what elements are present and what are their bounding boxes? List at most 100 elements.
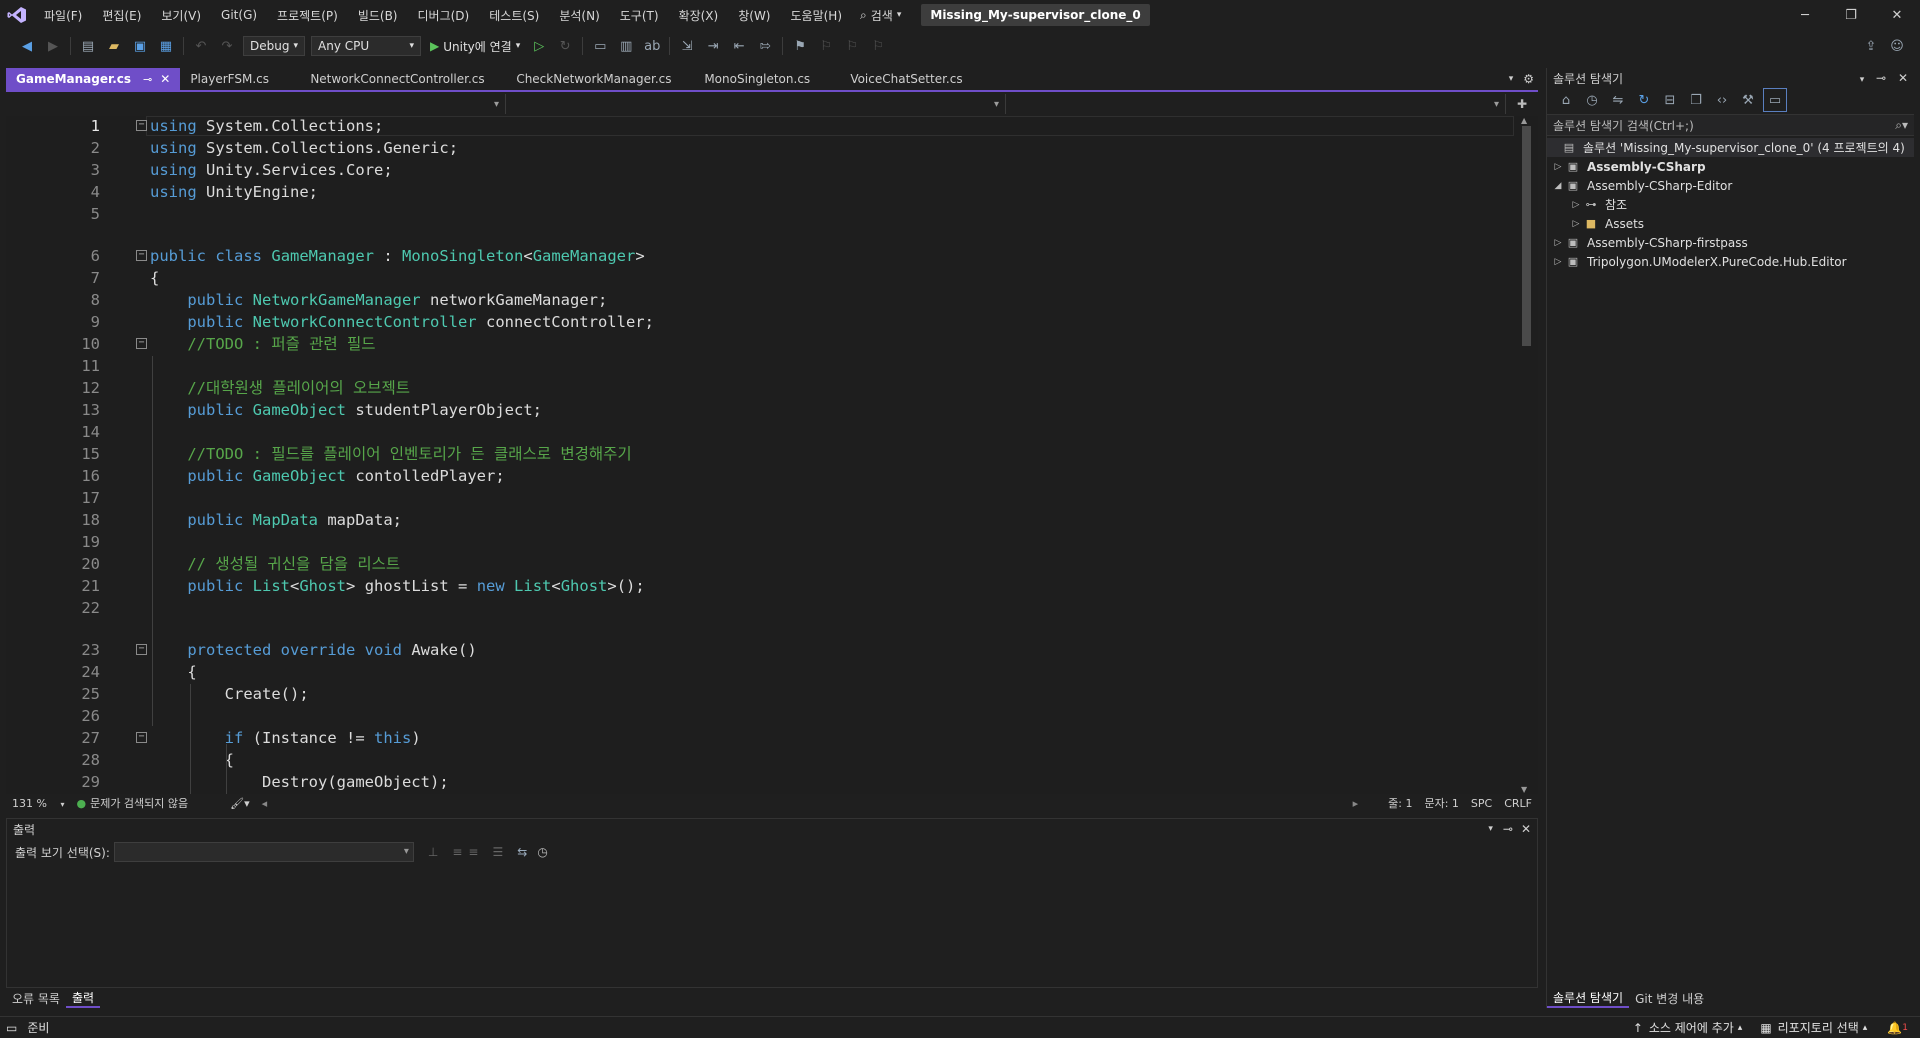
clock-icon[interactable]: ◷ (537, 845, 547, 859)
line-ending-indicator[interactable]: CRLF (1498, 797, 1538, 810)
refresh-icon[interactable]: ↻ (1633, 89, 1655, 111)
sync-icon[interactable]: ⇋ (1607, 89, 1629, 111)
code-line[interactable]: 7{ (6, 268, 1506, 288)
redo-icon[interactable]: ↷ (216, 35, 238, 57)
code-line[interactable]: 19 (6, 532, 1506, 552)
collapse-arrow-icon[interactable]: ◢ (1551, 181, 1565, 191)
solution-explorer-search[interactable]: 솔루션 탐색기 검색(Ctrl+;) ⌕▾ (1547, 114, 1914, 136)
split-editor-icon[interactable]: ✚ (1506, 97, 1538, 111)
h-scroll-left-icon[interactable]: ◂ (256, 797, 274, 810)
tab-checknetworkmanager[interactable]: CheckNetworkManager.cs (506, 68, 694, 90)
panel-menu-icon[interactable]: ▾ (1860, 75, 1865, 85)
start-without-debug-icon[interactable]: ▷ (528, 35, 550, 57)
search-button[interactable]: ⌕ 검색 ▾ (852, 0, 909, 30)
fold-toggle-icon[interactable]: − (136, 644, 147, 655)
project-dropdown[interactable]: ▾ (6, 94, 506, 114)
collapse-all-icon[interactable]: ⊟ (1659, 89, 1681, 111)
bookmark-icon[interactable]: ⚑ (789, 35, 811, 57)
preview-selected-icon[interactable]: ▭ (1763, 88, 1787, 112)
feedback-icon[interactable]: ☺ (1886, 35, 1908, 57)
add-to-source-control-button[interactable]: ↑ 소스 제어에 추가 ▴ (1633, 1019, 1743, 1036)
prev-message-icon[interactable]: ≡ (452, 845, 462, 859)
tree-node-tripolygon[interactable]: ▷ ▣ Tripolygon.UModelerX.PureCode.Hub.Ed… (1547, 252, 1914, 271)
menu-test[interactable]: 테스트(S) (479, 0, 549, 30)
code-line[interactable]: 15 //TODO : 필드를 플레이어 인벤토리가 든 클래스로 변경해주기 (6, 444, 1506, 464)
restore-button[interactable]: ❐ (1828, 0, 1874, 30)
member-dropdown[interactable]: ▾ (1006, 94, 1506, 114)
browser-link-icon[interactable]: ▭ (589, 35, 611, 57)
column-indicator[interactable]: 문자: 1 (1418, 795, 1464, 811)
history-icon[interactable]: ◷ (1581, 89, 1603, 111)
tree-node-assembly-csharp-firstpass[interactable]: ▷ ▣ Assembly-CSharp-firstpass (1547, 233, 1914, 252)
indent-icon[interactable]: ⇤ (728, 35, 750, 57)
h-scroll-right-icon[interactable]: ▸ (1347, 797, 1365, 810)
code-line[interactable]: 16 public GameObject contolledPlayer; (6, 466, 1506, 486)
pin-icon[interactable]: ⊸ (143, 73, 152, 86)
clear-bookmarks-icon[interactable]: ⚐ (867, 35, 889, 57)
zoom-level[interactable]: 131 % ▾ (6, 797, 70, 810)
code-line[interactable]: 26 (6, 706, 1506, 726)
configuration-dropdown[interactable]: Debug ▾ (243, 36, 305, 56)
notifications-button[interactable]: 🔔 1 (1887, 1021, 1908, 1035)
code-line[interactable]: 12 //대학원생 플레이어의 오브젝트 (6, 378, 1506, 398)
tab-error-list[interactable]: 오류 목록 (6, 988, 66, 1008)
menu-window[interactable]: 창(W) (728, 0, 780, 30)
tree-solution-root[interactable]: ▤ 솔루션 'Missing_My-supervisor_clone_0' (4… (1547, 138, 1914, 157)
select-repository-button[interactable]: ▦ 리포지토리 선택 ▴ (1760, 1019, 1867, 1036)
code-line[interactable]: 11 (6, 356, 1506, 376)
close-icon[interactable]: ✕ (1898, 71, 1908, 85)
code-line[interactable]: 1 − using System.Collections; (6, 116, 1514, 136)
visual-studio-logo-icon[interactable] (0, 0, 34, 30)
tree-node-references[interactable]: ▷ ⊶ 참조 (1547, 195, 1914, 214)
issues-indicator[interactable]: ● 문제가 검색되지 않음 (70, 795, 194, 811)
menu-file[interactable]: 파일(F) (34, 0, 92, 30)
undo-icon[interactable]: ↶ (190, 35, 212, 57)
code-line[interactable]: 20 // 생성될 귀신을 담을 리스트 (6, 554, 1506, 574)
menu-tools[interactable]: 도구(T) (610, 0, 669, 30)
expand-arrow-icon[interactable]: ▷ (1551, 238, 1565, 248)
scrollbar-thumb[interactable] (1522, 126, 1531, 346)
step-over-icon[interactable]: ⇥ (702, 35, 724, 57)
panel-menu-icon[interactable]: ▾ (1488, 824, 1493, 834)
code-line[interactable]: 27− if (Instance != this) (6, 728, 1506, 748)
type-dropdown[interactable]: ▾ (506, 94, 1006, 114)
new-project-icon[interactable]: ▤ (77, 35, 99, 57)
pin-icon[interactable]: ⊸ (1876, 71, 1886, 85)
code-line[interactable]: 4 using UnityEngine; (6, 182, 1506, 202)
clear-all-icon[interactable]: ☰ (492, 845, 503, 859)
find-message-icon[interactable]: ⊥ (428, 845, 438, 859)
home-icon[interactable]: ⌂ (1555, 89, 1577, 111)
tab-list-dropdown-icon[interactable]: ▾ (1509, 74, 1514, 84)
code-line[interactable]: 21 public List<Ghost> ghostList = new Li… (6, 576, 1506, 596)
spell-check-icon[interactable]: ab (641, 35, 663, 57)
menu-edit[interactable]: 편집(E) (92, 0, 151, 30)
tab-output[interactable]: 출력 (65, 988, 101, 1008)
code-cleanup-icon[interactable]: 🖌▾ (224, 797, 256, 810)
code-line[interactable]: 24 { (6, 662, 1506, 682)
search-icon[interactable]: ⌕▾ (1895, 118, 1908, 133)
code-line[interactable]: 14 (6, 422, 1506, 442)
tab-voicechatsetter[interactable]: VoiceChatSetter.cs (840, 68, 988, 90)
menu-extensions[interactable]: 확장(X) (669, 0, 729, 30)
code-line[interactable]: 17 (6, 488, 1506, 508)
menu-git[interactable]: Git(G) (211, 0, 267, 30)
next-message-icon[interactable]: ≡ (468, 845, 478, 859)
menu-help[interactable]: 도움말(H) (781, 0, 853, 30)
hot-reload-icon[interactable]: ↻ (554, 35, 576, 57)
gear-icon[interactable]: ⚙ (1523, 72, 1534, 86)
outdent-icon[interactable]: ⇰ (754, 35, 776, 57)
code-line[interactable]: 9 public NetworkConnectController connec… (6, 312, 1506, 332)
tab-networkconnectcontroller[interactable]: NetworkConnectController.cs (300, 68, 506, 90)
menu-project[interactable]: 프로젝트(P) (267, 0, 348, 30)
back-icon[interactable]: ◀ (16, 35, 38, 57)
save-icon[interactable]: ▣ (129, 35, 151, 57)
code-line[interactable]: 18 public MapData mapData; (6, 510, 1506, 530)
menu-view[interactable]: 보기(V) (151, 0, 211, 30)
code-line[interactable]: 8 public NetworkGameManager networkGameM… (6, 290, 1506, 310)
start-debug-button[interactable]: ▶ Unity에 연결 ▾ (424, 38, 526, 55)
tree-node-assembly-csharp-editor[interactable]: ◢ ▣ Assembly-CSharp-Editor (1547, 176, 1914, 195)
tree-node-assembly-csharp[interactable]: ▷ ▣ Assembly-CSharp (1547, 157, 1914, 176)
tab-playerfsm[interactable]: PlayerFSM.cs (180, 68, 300, 90)
live-share-icon[interactable]: ⇪ (1860, 35, 1882, 57)
expand-arrow-icon[interactable]: ▷ (1569, 200, 1583, 210)
